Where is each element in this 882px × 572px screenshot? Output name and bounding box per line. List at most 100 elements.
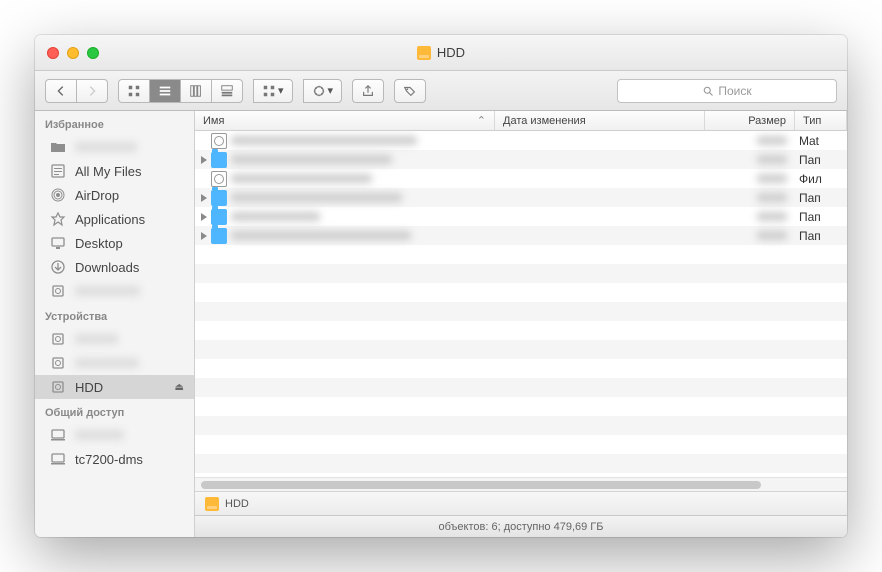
- disclosure-triangle[interactable]: [201, 213, 207, 221]
- sidebar[interactable]: Избранное All My Files AirDrop Applications…: [35, 111, 195, 537]
- folder-icon: [211, 209, 227, 225]
- list-view-button[interactable]: [150, 79, 181, 103]
- file-name: [231, 174, 372, 183]
- sidebar-section-header: Избранное: [35, 111, 194, 135]
- empty-row: [195, 245, 847, 264]
- empty-row: [195, 416, 847, 435]
- column-headers: Имя⌃ Дата изменения Размер Тип: [195, 111, 847, 131]
- action-button[interactable]: ▾: [303, 79, 343, 103]
- file-name: [231, 212, 320, 221]
- file-list[interactable]: MatПапФилПапПапПап: [195, 131, 847, 477]
- disk-icon: [211, 171, 227, 187]
- sidebar-item-label: [75, 358, 139, 368]
- tags-button[interactable]: [394, 79, 426, 103]
- sidebar-item[interactable]: tc7200-dms: [35, 447, 194, 471]
- search-field[interactable]: Поиск: [617, 79, 837, 103]
- toolbar: ▾ ▾ Поиск: [35, 71, 847, 111]
- file-name: [231, 231, 411, 240]
- folder-icon: [211, 190, 227, 206]
- column-view-button[interactable]: [181, 79, 212, 103]
- file-type: Пап: [795, 210, 847, 224]
- sidebar-section-header: Общий доступ: [35, 399, 194, 423]
- hdd-icon: [417, 46, 431, 60]
- col-date[interactable]: Дата изменения: [495, 111, 705, 130]
- zoom-button[interactable]: [87, 47, 99, 59]
- sidebar-item-label: All My Files: [75, 164, 141, 179]
- sidebar-item[interactable]: HDD ⏏: [35, 375, 194, 399]
- file-size: [757, 155, 787, 164]
- disk-icon: [49, 282, 67, 300]
- sidebar-item-label: [75, 334, 118, 344]
- forward-button[interactable]: [77, 79, 108, 103]
- disk-icon: [211, 133, 227, 149]
- finder-window: HDD ▾ ▾ Поиск Избранное All My Files AirDr…: [35, 35, 847, 537]
- status-bar: объектов: 6; доступно 479,69 ГБ: [195, 515, 847, 537]
- scroll-thumb[interactable]: [201, 481, 761, 489]
- share-button[interactable]: [352, 79, 384, 103]
- file-type: Пап: [795, 229, 847, 243]
- sidebar-item[interactable]: All My Files: [35, 159, 194, 183]
- empty-row: [195, 302, 847, 321]
- back-button[interactable]: [45, 79, 77, 103]
- file-row[interactable]: Mat: [195, 131, 847, 150]
- disk-icon: [49, 378, 67, 396]
- desktop-icon: [49, 234, 67, 252]
- file-type: Пап: [795, 191, 847, 205]
- file-row[interactable]: Пап: [195, 207, 847, 226]
- sidebar-item-label: Downloads: [75, 260, 139, 275]
- disclosure-triangle[interactable]: [201, 156, 207, 164]
- icon-view-button[interactable]: [118, 79, 150, 103]
- sidebar-item-label: HDD: [75, 380, 103, 395]
- sidebar-item-label: Desktop: [75, 236, 123, 251]
- sidebar-item[interactable]: [35, 327, 194, 351]
- coverflow-view-button[interactable]: [212, 79, 243, 103]
- search-icon: [702, 85, 714, 97]
- path-bar[interactable]: HDD: [195, 491, 847, 515]
- sidebar-item-label: [75, 430, 124, 440]
- col-size[interactable]: Размер: [705, 111, 795, 130]
- minimize-button[interactable]: [67, 47, 79, 59]
- disclosure-triangle[interactable]: [201, 194, 207, 202]
- arrange-button[interactable]: ▾: [253, 79, 293, 103]
- sidebar-item[interactable]: [35, 279, 194, 303]
- file-size: [757, 212, 787, 221]
- hdd-icon: [205, 497, 219, 511]
- sidebar-item[interactable]: AirDrop: [35, 183, 194, 207]
- sidebar-section-header: Устройства: [35, 303, 194, 327]
- sidebar-item[interactable]: [35, 351, 194, 375]
- empty-row: [195, 435, 847, 454]
- airdrop-icon: [49, 186, 67, 204]
- eject-icon[interactable]: ⏏: [175, 382, 184, 393]
- sidebar-item-label: AirDrop: [75, 188, 119, 203]
- folder-icon: [211, 228, 227, 244]
- title-text: HDD: [437, 45, 465, 60]
- col-name[interactable]: Имя⌃: [195, 111, 495, 130]
- h-scrollbar[interactable]: [195, 477, 847, 491]
- file-row[interactable]: Фил: [195, 169, 847, 188]
- empty-row: [195, 454, 847, 473]
- disclosure-triangle[interactable]: [201, 232, 207, 240]
- traffic-lights: [35, 47, 99, 59]
- file-row[interactable]: Пап: [195, 226, 847, 245]
- folder-icon: [211, 152, 227, 168]
- close-button[interactable]: [47, 47, 59, 59]
- path-label: HDD: [225, 498, 249, 510]
- col-type[interactable]: Тип: [795, 111, 847, 130]
- sidebar-item[interactable]: Downloads: [35, 255, 194, 279]
- window-title: HDD: [35, 45, 847, 60]
- file-row[interactable]: Пап: [195, 188, 847, 207]
- file-name: [231, 193, 402, 202]
- empty-row: [195, 321, 847, 340]
- sidebar-item-label: Applications: [75, 212, 145, 227]
- sidebar-item[interactable]: Applications: [35, 207, 194, 231]
- file-row[interactable]: Пап: [195, 150, 847, 169]
- sidebar-item[interactable]: [35, 423, 194, 447]
- file-name: [231, 155, 392, 164]
- empty-row: [195, 378, 847, 397]
- sidebar-item[interactable]: Desktop: [35, 231, 194, 255]
- downloads-icon: [49, 258, 67, 276]
- empty-row: [195, 397, 847, 416]
- search-placeholder: Поиск: [718, 84, 751, 98]
- sidebar-item[interactable]: [35, 135, 194, 159]
- main-pane: Имя⌃ Дата изменения Размер Тип MatПапФил…: [195, 111, 847, 537]
